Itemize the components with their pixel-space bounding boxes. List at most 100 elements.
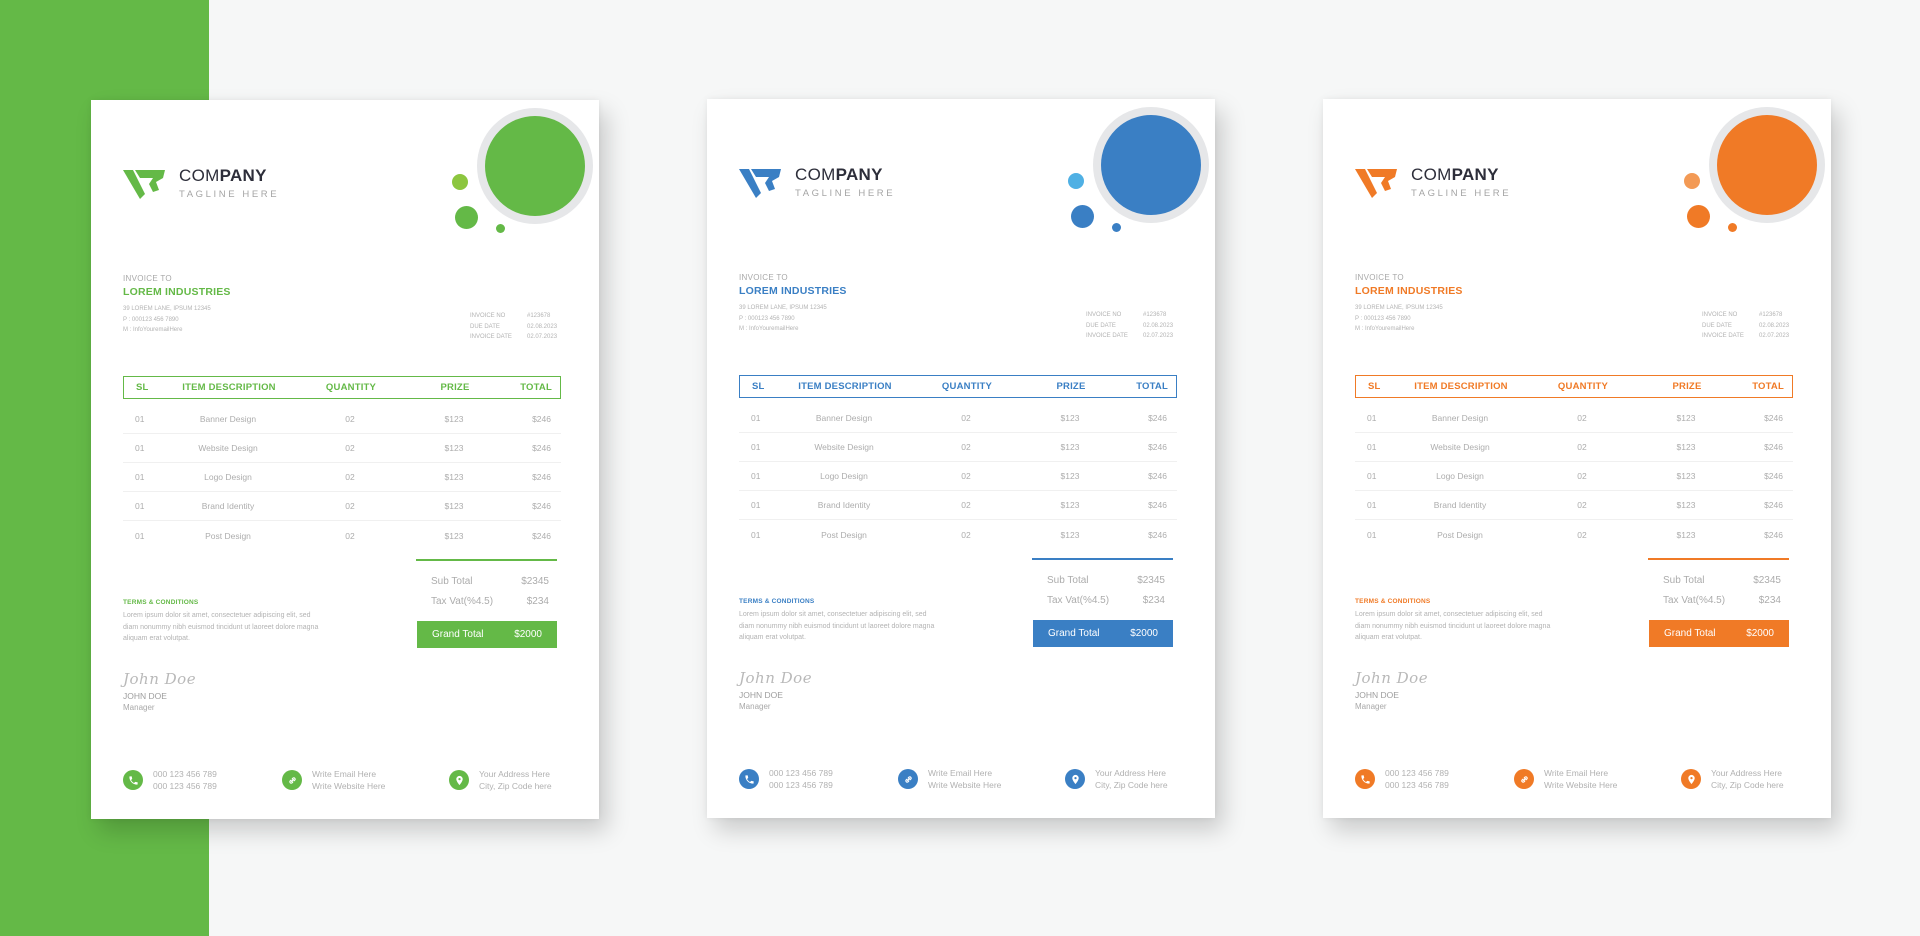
tax-row: Tax Vat(%4.5) $234 [431,596,549,607]
decor-circle-medium [455,206,478,229]
cell-quantity: 02 [345,443,355,453]
invoice-to-block: INVOICE TO LOREM INDUSTRIES 39 LOREM LAN… [739,273,847,335]
cell-quantity: 02 [1577,529,1587,540]
phone-numbers: 000 123 456 789 000 123 456 789 [1385,768,1449,790]
table-row: 01 Post Design 02 $123 $246 [739,520,1177,549]
phone-line: P : 000123 456 7890 [739,315,795,322]
cell-total: $246 [532,443,551,453]
invoice-to-label: INVOICE TO [1355,273,1404,282]
invoice-to-block: INVOICE TO LOREM INDUSTRIES 39 LOREM LAN… [1355,273,1463,335]
cell-prize: $123 [1676,529,1696,540]
email-website: Write Email Here Write Website Here [1544,768,1618,790]
company-tagline: TAGLINE HERE [179,189,280,200]
email-website: Write Email Here Write Website Here [928,768,1002,790]
table-row: 01 Post Design 02 $123 $246 [123,521,561,550]
header-total: TOTAL [1752,381,1784,392]
totals-divider [416,559,557,561]
cell-prize: $123 [1060,413,1080,423]
cell-item-description: Website Design [814,442,874,452]
contact-footer: 000 123 456 789 000 123 456 789 Write Em… [739,767,1179,791]
cell-quantity: 02 [961,413,971,423]
footer-web: Write Email Here Write Website Here [282,768,449,792]
phone-numbers: 000 123 456 789 000 123 456 789 [769,768,833,790]
cell-sl: 01 [751,442,761,452]
decor-circle-large [1101,115,1201,215]
cell-total: $246 [1764,413,1783,423]
cell-quantity: 02 [1577,413,1587,423]
footer-address: Your Address Here City, Zip Code here [449,768,552,792]
link-icon [1514,769,1534,789]
cell-quantity: 02 [1577,442,1587,452]
table-row: 01 Banner Design 02 $123 $246 [739,404,1177,433]
company-tagline: TAGLINE HERE [795,188,896,199]
decor-circle-medium [1071,205,1094,228]
meta-due-date: DUE DATE 02.08.2023 [1702,322,1790,329]
address-line: 39 LOREM LANE, IPSUM 12345 [1355,305,1443,311]
client-name: LOREM INDUSTRIES [123,286,231,298]
grand-total-value: $2000 [514,629,542,640]
grand-total-bar: Grand Total $2000 [1033,620,1173,647]
grand-total-label: Grand Total [432,629,484,640]
cell-prize: $123 [444,530,464,541]
items-table-header: SL ITEM DESCRIPTION QUANTITY PRIZE TOTAL [1355,375,1793,398]
header-sl: SL [136,382,149,393]
cell-prize: $123 [1676,471,1696,481]
phone-numbers: 000 123 456 789 000 123 456 789 [153,769,217,791]
meta-due-date: DUE DATE 02.08.2023 [1086,322,1174,329]
cell-total: $246 [1148,413,1167,423]
decor-circle-small [1068,173,1084,189]
cell-quantity: 02 [961,471,971,481]
table-row: 01 Logo Design 02 $123 $246 [739,462,1177,491]
table-row: 01 Banner Design 02 $123 $246 [123,405,561,434]
brand-block: COMPANY TAGLINE HERE [1411,165,1511,199]
cell-total: $246 [1764,442,1783,452]
header-item-description: ITEM DESCRIPTION [1414,381,1508,392]
cell-prize: $123 [444,501,464,511]
cell-sl: 01 [135,472,145,482]
company-name: COMPANY [179,166,267,185]
totals-block: Sub Total $2345 Tax Vat(%4.5) $234 [431,572,549,612]
invoice-to-label: INVOICE TO [739,273,788,282]
cell-quantity: 02 [961,529,971,540]
cell-item-description: Brand Identity [1433,500,1487,510]
cell-sl: 01 [1367,413,1377,423]
terms-title: TERMS & CONDITIONS [1355,598,1431,605]
cell-item-description: Website Design [198,443,258,453]
grand-total-value: $2000 [1746,628,1774,639]
cell-prize: $123 [1060,529,1080,540]
cell-total: $246 [1148,471,1167,481]
cell-item-description: Banner Design [1431,413,1489,423]
signer-role: Manager [123,703,155,712]
signer-role: Manager [1355,702,1387,711]
company-logo-icon [739,169,781,198]
grand-total-label: Grand Total [1048,628,1100,639]
cell-sl: 01 [1367,529,1377,540]
table-row: 01 Website Design 02 $123 $246 [739,433,1177,462]
table-row: 01 Banner Design 02 $123 $246 [1355,404,1793,433]
address-line: 39 LOREM LANE, IPSUM 12345 [123,306,211,312]
cell-item-description: Post Design [205,530,251,541]
location-pin-icon [1681,769,1701,789]
phone-icon [123,770,143,790]
totals-divider [1648,558,1789,560]
cell-quantity: 02 [345,472,355,482]
footer-web: Write Email Here Write Website Here [898,767,1065,791]
meta-due-date: DUE DATE 02.08.2023 [470,323,558,330]
meta-invoice-no: INVOICE NO #123678 [1702,312,1783,318]
cell-item-description: Logo Design [820,471,868,481]
email-line: M : InfoYouremailHere [1355,326,1415,332]
phone-icon [1355,769,1375,789]
cell-item-description: Post Design [1437,529,1483,540]
meta-invoice-date: INVOICE DATE 02.07.2023 [1702,333,1790,339]
grand-total-value: $2000 [1130,628,1158,639]
address-line: 39 LOREM LANE, IPSUM 12345 [739,305,827,311]
cell-total: $246 [1148,442,1167,452]
header-item-description: ITEM DESCRIPTION [182,382,276,393]
invoice-meta: INVOICE NO #123678 DUE DATE 02.08.2023 INV… [1702,310,1789,342]
meta-invoice-date: INVOICE DATE 02.07.2023 [470,334,558,340]
terms-title: TERMS & CONDITIONS [123,599,199,606]
invoice-meta: INVOICE NO #123678 DUE DATE 02.08.2023 INV… [1086,310,1173,342]
phone-line: P : 000123 456 7890 [1355,315,1411,322]
link-icon [898,769,918,789]
items-table-header: SL ITEM DESCRIPTION QUANTITY PRIZE TOTAL [123,376,561,399]
